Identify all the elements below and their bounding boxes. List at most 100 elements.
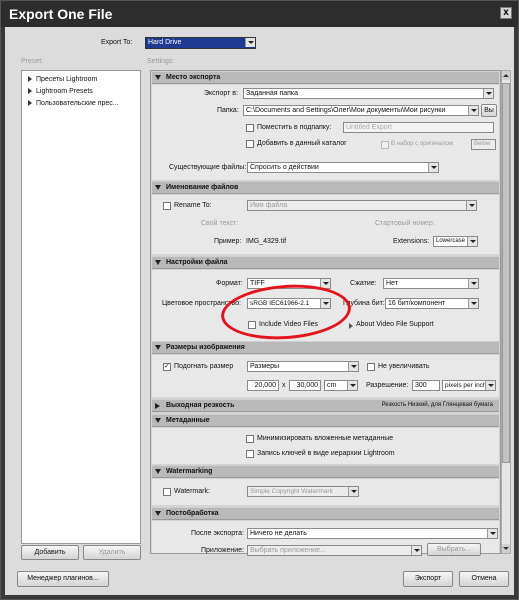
preset-list[interactable]: Пресеты Lightroom Lightroom Presets Поль…: [21, 70, 141, 544]
application-label: Приложение:: [201, 547, 245, 554]
add-catalog-label: Добавить в данный каталог: [257, 140, 347, 147]
collapse-icon: [155, 345, 161, 350]
height-input[interactable]: 30,000: [289, 380, 321, 391]
compression-label: Сжатие:: [350, 280, 377, 287]
collapse-icon: [155, 469, 161, 474]
chevron-down-icon: [348, 487, 358, 496]
browse-button[interactable]: Вы: [481, 104, 497, 117]
export-to-select[interactable]: Hard Drive: [145, 37, 256, 49]
rename-label: Rename To:: [174, 202, 212, 209]
scroll-down-icon[interactable]: [502, 544, 510, 553]
chevron-down-icon: [348, 362, 358, 371]
settings-scrollbar[interactable]: [501, 70, 511, 554]
window-title: Export One File: [9, 6, 113, 22]
rename-checkbox[interactable]: [163, 202, 171, 210]
no-enlarge-label: Не увеличивать: [378, 363, 430, 370]
export-in-label: Экспорт в:: [204, 90, 238, 97]
sharpening-summary: Резкость Низкий, для Глянцевая бумага: [381, 402, 493, 408]
chevron-down-icon: [466, 201, 476, 210]
chevron-down-icon: [411, 546, 421, 555]
times-label: x: [282, 382, 286, 389]
plugin-manager-button[interactable]: Менеджер плагинов...: [17, 571, 109, 587]
chevron-down-icon: [428, 163, 438, 172]
minimize-metadata-checkbox[interactable]: [246, 435, 254, 443]
section-header-metadata[interactable]: Метаданные: [152, 414, 499, 427]
collapse-icon: [155, 75, 161, 80]
section-header-watermark[interactable]: Watermarking: [152, 465, 499, 478]
expand-icon: [28, 88, 32, 95]
title-bar: Export One File x: [1, 1, 518, 27]
dialog-body: Export To: Hard Drive Preset: Settings: …: [5, 27, 514, 595]
watermark-checkbox[interactable]: [163, 488, 171, 496]
compression-select[interactable]: Нет: [383, 278, 479, 289]
section-body-metadata: [152, 428, 499, 464]
existing-files-label: Существующие файлы:: [169, 164, 247, 171]
watermark-label: Watermark:: [174, 488, 210, 495]
scroll-up-icon[interactable]: [502, 71, 510, 80]
rename-select[interactable]: Имя файла: [247, 200, 477, 211]
collapse-icon: [155, 260, 161, 265]
chevron-down-icon: [468, 279, 478, 288]
application-select[interactable]: Выбрать приложение...: [247, 545, 422, 556]
chevron-down-icon: [467, 237, 477, 246]
existing-files-select[interactable]: Спросить о действии: [247, 162, 439, 173]
fit-select[interactable]: Размеры: [247, 361, 359, 372]
no-enlarge-checkbox[interactable]: [367, 363, 375, 371]
add-preset-button[interactable]: Добавить: [21, 545, 79, 560]
export-button[interactable]: Экспорт: [403, 571, 453, 587]
chevron-down-icon: [347, 381, 357, 390]
preset-item[interactable]: Пресеты Lightroom: [28, 76, 97, 83]
after-export-select[interactable]: Ничего не делать: [247, 528, 498, 539]
hierarchy-checkbox[interactable]: [246, 450, 254, 458]
add-catalog-checkbox[interactable]: [246, 140, 254, 148]
about-video-link[interactable]: About Video File Support: [356, 321, 434, 328]
chevron-down-icon: [485, 381, 495, 390]
collapse-icon: [155, 511, 161, 516]
example-value: IMG_4329.tif: [246, 238, 287, 245]
start-number-label: Стартовый номер:: [375, 220, 435, 227]
width-input[interactable]: 20,000: [247, 380, 279, 391]
section-header-postprocess[interactable]: Постобработка: [152, 507, 499, 520]
stack-label: В набор с оригиналом: [391, 141, 454, 147]
after-export-label: После экспорта:: [191, 530, 244, 537]
subfolder-input[interactable]: Untitled Export: [343, 122, 494, 133]
chevron-down-icon: [487, 529, 497, 538]
remove-preset-button[interactable]: Удалить: [83, 545, 141, 560]
preset-item[interactable]: Lightroom Presets: [28, 88, 93, 95]
cancel-button[interactable]: Отмена: [459, 571, 509, 587]
collapse-icon: [155, 185, 161, 190]
section-header-location[interactable]: Место экспорта: [152, 71, 499, 84]
subfolder-checkbox[interactable]: [246, 124, 254, 132]
expand-icon: [155, 403, 160, 409]
play-icon: [349, 323, 353, 329]
extensions-label: Extensions:: [393, 238, 430, 245]
collapse-icon: [155, 418, 161, 423]
export-to-label: Export To:: [101, 39, 133, 46]
unit-select[interactable]: cm: [324, 380, 358, 391]
subfolder-label: Поместить в подпапку:: [257, 124, 332, 131]
section-header-sharpening[interactable]: Выходная резкость Резкость Низкий, для Г…: [152, 399, 499, 412]
chevron-down-icon: [245, 38, 255, 47]
close-icon[interactable]: x: [500, 7, 512, 19]
scroll-thumb[interactable]: [502, 83, 510, 463]
bitdepth-select[interactable]: 16 бит/компонент: [385, 298, 479, 309]
minimize-metadata-label: Минимизировать вложенные метаданные: [257, 435, 394, 442]
format-label: Формат:: [216, 280, 243, 287]
resolution-unit-select[interactable]: pixels per inch: [442, 380, 496, 391]
extensions-select[interactable]: Lowercase: [433, 236, 478, 247]
stack-position-select[interactable]: Below: [471, 139, 496, 150]
section-header-file[interactable]: Настройки файла: [152, 256, 499, 269]
section-header-naming[interactable]: Именование файлов: [152, 181, 499, 194]
choose-app-button[interactable]: Выбрать...: [427, 543, 481, 556]
resolution-input[interactable]: 300: [412, 380, 440, 391]
preset-item[interactable]: Пользовательские прес...: [28, 100, 119, 107]
fit-checkbox[interactable]: ✓: [163, 363, 171, 371]
watermark-select[interactable]: Simple Copyright Watermark: [247, 486, 359, 497]
section-header-sizing[interactable]: Размеры изображения: [152, 341, 499, 354]
export-in-select[interactable]: Заданная папка: [243, 88, 494, 99]
resolution-label: Разрешение:: [366, 382, 409, 389]
preset-label: Preset:: [21, 58, 44, 65]
stack-checkbox[interactable]: [381, 141, 389, 149]
folder-select[interactable]: C:\Documents and Settings\Олег\Мои докум…: [243, 105, 479, 116]
hierarchy-label: Запись ключей в виде иерархии Lightroom: [257, 450, 395, 457]
